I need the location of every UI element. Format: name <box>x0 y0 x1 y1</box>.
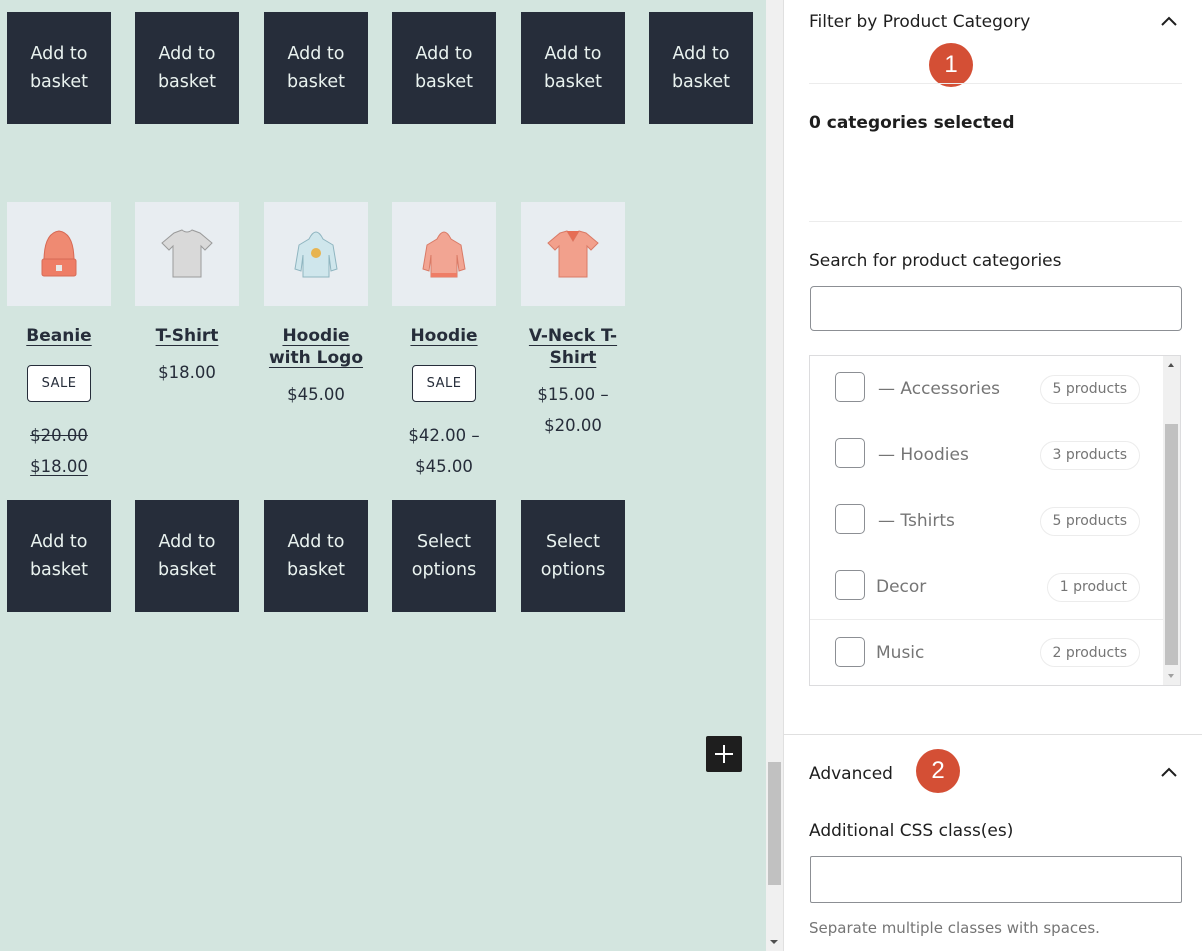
product-image-tshirt[interactable] <box>135 202 239 306</box>
category-list-scrollbar[interactable] <box>1163 356 1180 685</box>
category-item[interactable]: — Hoodies 3 products <box>810 422 1164 488</box>
product-name-link[interactable]: Hoodie <box>410 322 477 347</box>
category-label[interactable]: Decor <box>876 577 926 597</box>
product-price: $18.00 <box>158 363 216 382</box>
sale-badge: SALE <box>412 365 476 402</box>
add-to-basket-button[interactable]: Add to basket <box>264 12 368 124</box>
css-class-help-text: Separate multiple classes with spaces. <box>809 919 1100 937</box>
category-item[interactable]: Decor 1 product <box>810 554 1164 620</box>
beanie-icon <box>41 230 77 277</box>
divider <box>809 221 1182 222</box>
add-to-basket-button[interactable]: Add to basket <box>7 12 111 124</box>
product-name-link[interactable]: V-Neck T-Shirt <box>521 322 625 369</box>
product-image-beanie[interactable] <box>7 202 111 306</box>
collapse-advanced-panel-button[interactable] <box>1160 765 1177 777</box>
scroll-down-arrow-icon[interactable] <box>770 940 778 944</box>
css-class-label: Additional CSS class(es) <box>809 821 1014 841</box>
step-badge-2: 2 <box>916 749 960 793</box>
hoodie-icon <box>422 231 466 278</box>
add-to-basket-button[interactable]: Add to basket <box>521 12 625 124</box>
category-count-badge: 5 products <box>1039 506 1140 536</box>
divider <box>809 83 1182 84</box>
category-label[interactable]: — Accessories <box>878 379 1000 399</box>
block-settings-sidebar: Filter by Product Category 1 0 categorie… <box>783 0 1202 951</box>
category-list: — Accessories 5 products — Hoodies 3 pro… <box>809 355 1181 686</box>
scroll-down-arrow-icon[interactable] <box>1168 674 1174 678</box>
product-name-link[interactable]: T-Shirt <box>156 322 219 347</box>
add-to-basket-button[interactable]: Add to basket <box>649 12 753 124</box>
price-range-start: $15.00 – <box>537 385 609 404</box>
select-options-button[interactable]: Select options <box>392 500 496 612</box>
add-to-basket-button[interactable]: Add to basket <box>7 500 111 612</box>
step-badge-1: 1 <box>929 43 973 87</box>
product-info: T-Shirt $18.00 <box>135 322 239 388</box>
product-info: Hoodie with Logo $45.00 <box>264 322 368 410</box>
canvas-scrollbar[interactable] <box>766 0 783 951</box>
product-price: $45.00 <box>287 385 345 404</box>
product-image-hoodie[interactable] <box>392 202 496 306</box>
search-categories-input-wrapper <box>810 286 1182 331</box>
css-class-input[interactable] <box>811 857 1181 902</box>
filter-panel-title[interactable]: Filter by Product Category <box>809 12 1030 32</box>
product-info: Beanie SALE $20.00 $18.00 <box>7 322 111 482</box>
category-checkbox[interactable] <box>835 438 865 468</box>
selected-categories-count: 0 categories selected <box>809 113 1015 133</box>
price-range-end: $45.00 <box>415 457 473 476</box>
editor-canvas: Add to basket Add to basket Add to baske… <box>0 0 766 951</box>
product-image-hoodie-with-logo[interactable] <box>264 202 368 306</box>
collapse-filter-panel-button[interactable] <box>1160 14 1177 26</box>
scroll-up-arrow-icon[interactable] <box>1168 363 1174 367</box>
chevron-up-icon <box>1161 767 1177 777</box>
category-count-badge: 1 product <box>1046 572 1140 602</box>
scrollbar-thumb[interactable] <box>768 762 781 885</box>
category-item[interactable]: Music 2 products <box>810 619 1164 685</box>
scrollbar-thumb[interactable] <box>1165 424 1178 665</box>
category-item[interactable]: — Tshirts 5 products <box>810 488 1164 554</box>
category-count-badge: 2 products <box>1039 638 1140 667</box>
product-info: Hoodie SALE $42.00 – $45.00 <box>392 322 496 482</box>
add-to-basket-button[interactable]: Add to basket <box>135 12 239 124</box>
tshirt-icon <box>161 229 213 278</box>
category-label[interactable]: — Hoodies <box>878 445 969 465</box>
css-class-input-wrapper <box>810 856 1182 903</box>
add-block-button[interactable] <box>706 736 742 772</box>
category-count-badge: 3 products <box>1039 440 1140 470</box>
price-range-end: $20.00 <box>544 416 602 435</box>
sale-badge: SALE <box>27 365 91 402</box>
search-categories-input[interactable] <box>811 287 1181 330</box>
product-name-link[interactable]: Beanie <box>26 322 91 347</box>
sale-price: $18.00 <box>30 457 88 476</box>
hoodie-logo-icon <box>294 231 338 278</box>
category-checkbox[interactable] <box>835 637 865 667</box>
category-item[interactable]: — Accessories 5 products <box>810 356 1164 422</box>
category-checkbox[interactable] <box>835 372 865 402</box>
search-categories-label: Search for product categories <box>809 251 1062 271</box>
section-divider <box>784 734 1202 735</box>
chevron-up-icon <box>1161 16 1177 26</box>
select-options-button[interactable]: Select options <box>521 500 625 612</box>
original-price: $20.00 <box>30 426 88 445</box>
category-checkbox[interactable] <box>835 504 865 534</box>
vneck-tshirt-icon <box>547 230 599 278</box>
category-label[interactable]: Music <box>876 643 924 663</box>
category-label[interactable]: — Tshirts <box>878 511 955 531</box>
category-checkbox[interactable] <box>835 570 865 600</box>
advanced-panel-title[interactable]: Advanced <box>809 764 893 784</box>
category-count-badge: 5 products <box>1039 374 1140 404</box>
product-image-vneck-tshirt[interactable] <box>521 202 625 306</box>
product-info: V-Neck T-Shirt $15.00 – $20.00 <box>521 322 625 441</box>
plus-icon <box>715 745 733 763</box>
add-to-basket-button[interactable]: Add to basket <box>264 500 368 612</box>
add-to-basket-button[interactable]: Add to basket <box>135 500 239 612</box>
price-range-start: $42.00 – <box>408 426 480 445</box>
product-name-link[interactable]: Hoodie with Logo <box>264 322 368 369</box>
add-to-basket-button[interactable]: Add to basket <box>392 12 496 124</box>
